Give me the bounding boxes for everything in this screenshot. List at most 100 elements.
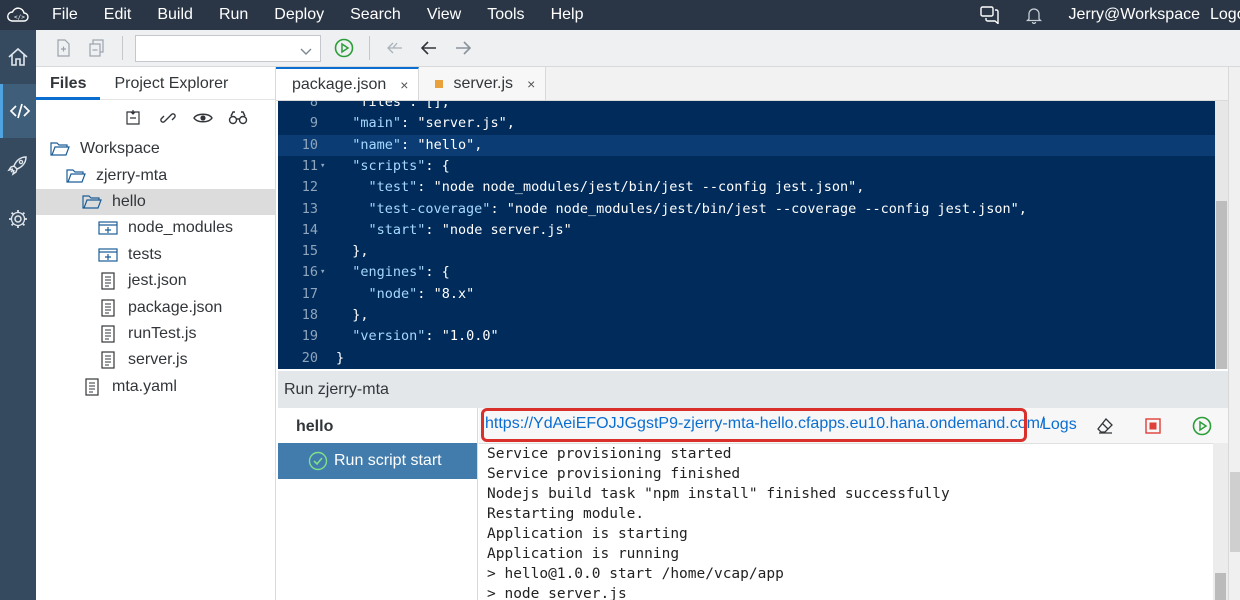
code-line[interactable]: 10 "name": "hello", (278, 134, 1215, 156)
modified-indicator-icon (435, 79, 444, 88)
development-code-icon[interactable] (0, 84, 36, 138)
menu-run[interactable]: Run (219, 6, 248, 24)
settings-gear-icon[interactable] (0, 192, 36, 246)
tab-project-explorer[interactable]: Project Explorer (100, 67, 242, 100)
folder-open-icon (82, 194, 102, 210)
code-text: "main": "server.js", (336, 113, 515, 134)
copy-file-icon[interactable] (80, 33, 114, 63)
tree-item-jest-json[interactable]: jest.json (36, 268, 275, 294)
menu-bar: </> File Edit Build Run Deploy Search Vi… (0, 0, 1240, 30)
code-text: "start": "node server.js" (336, 220, 572, 241)
logs-link[interactable]: Logs (1042, 416, 1077, 434)
right-pane-scrollbar[interactable] (1228, 67, 1240, 600)
code-line[interactable]: 16 ▾ "engines": { (278, 262, 1215, 283)
code-line[interactable]: 8 "files": [], (278, 101, 1215, 113)
code-token: : (401, 115, 418, 132)
editor-tabs: package.json × server.js × (276, 67, 1228, 101)
tree-item-package-json[interactable]: package.json (36, 294, 275, 320)
code-line[interactable]: 12 "test": "node node_modules/jest/bin/j… (278, 177, 1215, 198)
navigate-forward-icon[interactable] (446, 33, 480, 63)
show-hidden-files-eye-icon[interactable] (185, 111, 220, 125)
code-line[interactable]: 20} (278, 348, 1215, 369)
console-scrollbar[interactable] (1213, 443, 1228, 600)
new-file-icon[interactable] (46, 33, 80, 63)
rocket-icon[interactable] (0, 138, 36, 192)
tab-package-json[interactable]: package.json × (276, 67, 420, 100)
code-line[interactable]: 18 }, (278, 305, 1215, 326)
logout-link[interactable]: Logout (1210, 6, 1240, 24)
run-console-output[interactable]: Service provisioning started Service prov… (479, 443, 1213, 600)
search-binoculars-icon[interactable] (220, 111, 255, 125)
toolbar-separator (369, 36, 370, 60)
console-line: Application is running (487, 546, 680, 562)
code-token: "8.x" (433, 285, 475, 302)
menu-build[interactable]: Build (157, 6, 193, 24)
editor-scrollbar[interactable] (1215, 101, 1228, 369)
code-text: }, (336, 305, 368, 326)
tree-item-zjerry-mta[interactable]: zjerry-mta (36, 162, 275, 188)
code-editor[interactable]: 8 "files": [], 9 "main": "server.js", 10 "… (278, 101, 1215, 369)
notification-bell-icon[interactable] (1012, 6, 1056, 24)
scrollbar-thumb[interactable] (1215, 573, 1226, 600)
code-token: "files": [], (336, 101, 450, 110)
run-play-icon[interactable] (327, 33, 361, 63)
console-line: Application is starting (487, 526, 688, 542)
run-script-item[interactable]: Run script start (278, 443, 477, 479)
tree-item-server-js[interactable]: server.js (36, 347, 275, 373)
tree-item-hello[interactable]: hello (36, 188, 275, 216)
link-editor-icon[interactable] (150, 109, 185, 127)
line-number: 10 (301, 136, 318, 153)
close-tab-icon[interactable]: × (527, 76, 535, 92)
home-icon[interactable] (0, 30, 36, 84)
tab-files[interactable]: Files (36, 67, 101, 100)
code-line[interactable]: 13 "test-coverage": "node node_modules/j… (278, 199, 1215, 220)
code-line[interactable]: 14 "start": "node server.js" (278, 220, 1215, 241)
tree-item-label: Workspace (80, 140, 160, 158)
close-tab-icon[interactable]: × (400, 77, 408, 93)
console-line: > hello@1.0.0 start /home/vcap/app (487, 566, 784, 582)
code-text: } (336, 348, 344, 369)
navigate-back-last-edit-icon[interactable] (378, 33, 412, 63)
code-text: "version": "1.0.0" (336, 326, 498, 347)
line-number: 17 (301, 285, 318, 302)
menu-tools[interactable]: Tools (487, 6, 524, 24)
menu-search[interactable]: Search (350, 6, 401, 24)
navigate-back-icon[interactable] (412, 33, 446, 63)
user-name[interactable]: Jerry@Workspace (1068, 6, 1200, 24)
scrollbar-thumb[interactable] (1230, 472, 1240, 552)
svg-text:</>: </> (14, 14, 25, 21)
chat-icon[interactable] (968, 6, 1012, 24)
menu-deploy[interactable]: Deploy (274, 6, 324, 24)
menu-help[interactable]: Help (551, 6, 584, 24)
run-play-icon[interactable] (1190, 414, 1214, 438)
tree-item-node-modules[interactable]: node_modules (36, 215, 275, 241)
collapse-all-icon[interactable] (115, 109, 150, 127)
fold-toggle-icon[interactable]: ▾ (320, 156, 330, 177)
tree-item-mta-yaml[interactable]: mta.yaml (36, 374, 275, 400)
fold-toggle-icon[interactable]: ▾ (320, 262, 330, 283)
tree-item-tests[interactable]: tests (36, 242, 275, 268)
file-icon (82, 378, 102, 396)
clear-console-eraser-icon[interactable] (1093, 414, 1117, 438)
code-token: : (425, 221, 442, 238)
code-line[interactable]: 9 "main": "server.js", (278, 113, 1215, 134)
run-app-name: hello (296, 418, 334, 435)
menu-file[interactable]: File (52, 6, 78, 24)
code-line[interactable]: 19 "version": "1.0.0" (278, 326, 1215, 347)
menu-view[interactable]: View (427, 6, 461, 24)
scrollbar-thumb[interactable] (1216, 201, 1227, 369)
run-configuration-select[interactable] (135, 34, 321, 62)
tree-item-runtest-js[interactable]: runTest.js (36, 321, 275, 347)
tab-server-js[interactable]: server.js × (419, 67, 547, 100)
code-line[interactable]: 17 "node": "8.x" (278, 284, 1215, 305)
code-line[interactable]: 15 }, (278, 241, 1215, 262)
ide-logo-icon[interactable]: </> (0, 0, 36, 30)
stop-icon[interactable] (1141, 414, 1165, 438)
tree-item-workspace[interactable]: Workspace (36, 136, 275, 162)
chevron-down-icon (300, 43, 312, 61)
tree-item-label: zjerry-mta (96, 166, 168, 184)
tree-item-label: jest.json (128, 272, 187, 290)
code-line[interactable]: 11 ▾ "scripts": { (278, 156, 1215, 177)
tree-item-label: tests (128, 245, 162, 263)
menu-edit[interactable]: Edit (104, 6, 132, 24)
